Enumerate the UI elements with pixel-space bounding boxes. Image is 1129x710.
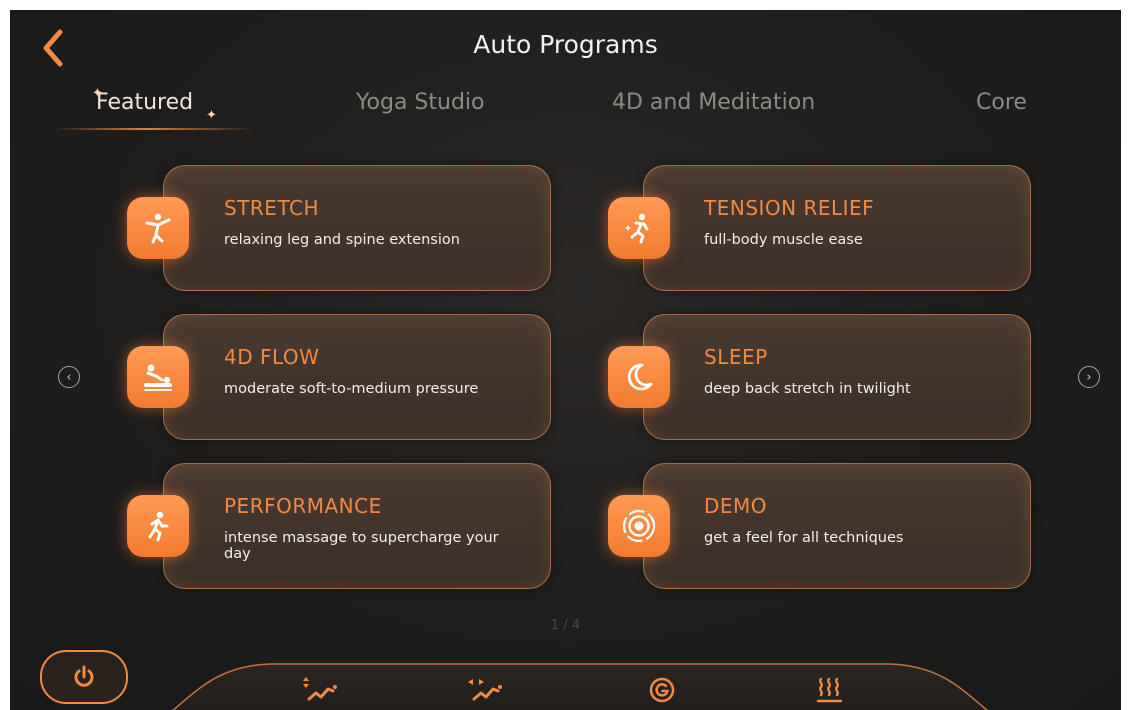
g-circle-icon — [649, 677, 675, 703]
heat-icon — [816, 677, 843, 703]
page-indicator: 1 / 4 — [550, 618, 581, 633]
g-mode-button[interactable] — [640, 672, 684, 708]
previous-page-button[interactable]: ‹ — [58, 366, 80, 388]
sparkle-runner-icon — [608, 197, 670, 259]
moon-icon — [608, 346, 670, 408]
program-description: moderate soft-to-medium pressure — [224, 381, 479, 397]
program-description: intense massage to supercharge your day — [224, 530, 499, 562]
tab-yoga-studio[interactable]: Yoga Studio — [356, 90, 485, 115]
program-title: PERFORMANCE — [224, 494, 382, 518]
program-card-tension-relief[interactable]: TENSION RELIEF full-body muscle ease — [643, 165, 1031, 291]
tab-featured[interactable]: Featured — [96, 90, 193, 115]
yoga-pose-icon — [127, 197, 189, 259]
bottom-dock — [172, 663, 988, 710]
program-card-performance[interactable]: PERFORMANCE intense massage to superchar… — [163, 463, 551, 589]
program-title: SLEEP — [704, 345, 768, 369]
massage-icon — [127, 346, 189, 408]
active-tab-indicator — [55, 128, 255, 130]
program-description: full-body muscle ease — [704, 232, 863, 248]
category-tabs: ✦ Featured ✦ Yoga Studio 4D and Meditati… — [10, 86, 1121, 140]
program-title: TENSION RELIEF — [704, 196, 875, 220]
program-description: relaxing leg and spine extension — [224, 232, 460, 248]
tab-core[interactable]: Core — [976, 90, 1027, 115]
power-button[interactable] — [40, 650, 128, 704]
program-card-sleep[interactable]: SLEEP deep back stretch in twilight — [643, 314, 1031, 440]
chevron-right-icon: › — [1086, 369, 1092, 385]
runner-icon — [127, 495, 189, 557]
program-title: STRETCH — [224, 196, 319, 220]
horizontal-wave-button[interactable] — [462, 672, 506, 708]
sparkle-icon: ✦ — [206, 108, 217, 123]
program-title: 4D FLOW — [224, 345, 320, 369]
page-title: Auto Programs — [473, 30, 658, 59]
target-icon — [608, 495, 670, 557]
vertical-wave-button[interactable] — [298, 672, 342, 708]
heat-button[interactable] — [808, 672, 852, 708]
program-card-demo[interactable]: DEMO get a feel for all techniques — [643, 463, 1031, 589]
chevron-left-icon: ‹ — [66, 369, 72, 385]
program-card-4d-flow[interactable]: 4D FLOW moderate soft-to-medium pressure — [163, 314, 551, 440]
next-page-button[interactable]: › — [1078, 366, 1100, 388]
tab-4d-and-meditation[interactable]: 4D and Meditation — [612, 90, 815, 115]
app-screen: Auto Programs ✦ Featured ✦ Yoga Studio 4… — [10, 10, 1121, 710]
horizontal-wave-icon — [468, 679, 502, 701]
program-card-stretch[interactable]: STRETCH relaxing leg and spine extension — [163, 165, 551, 291]
program-description: deep back stretch in twilight — [704, 381, 911, 397]
program-description: get a feel for all techniques — [704, 530, 904, 546]
power-icon — [74, 665, 94, 687]
program-title: DEMO — [704, 494, 768, 518]
vertical-wave-icon — [303, 677, 337, 701]
